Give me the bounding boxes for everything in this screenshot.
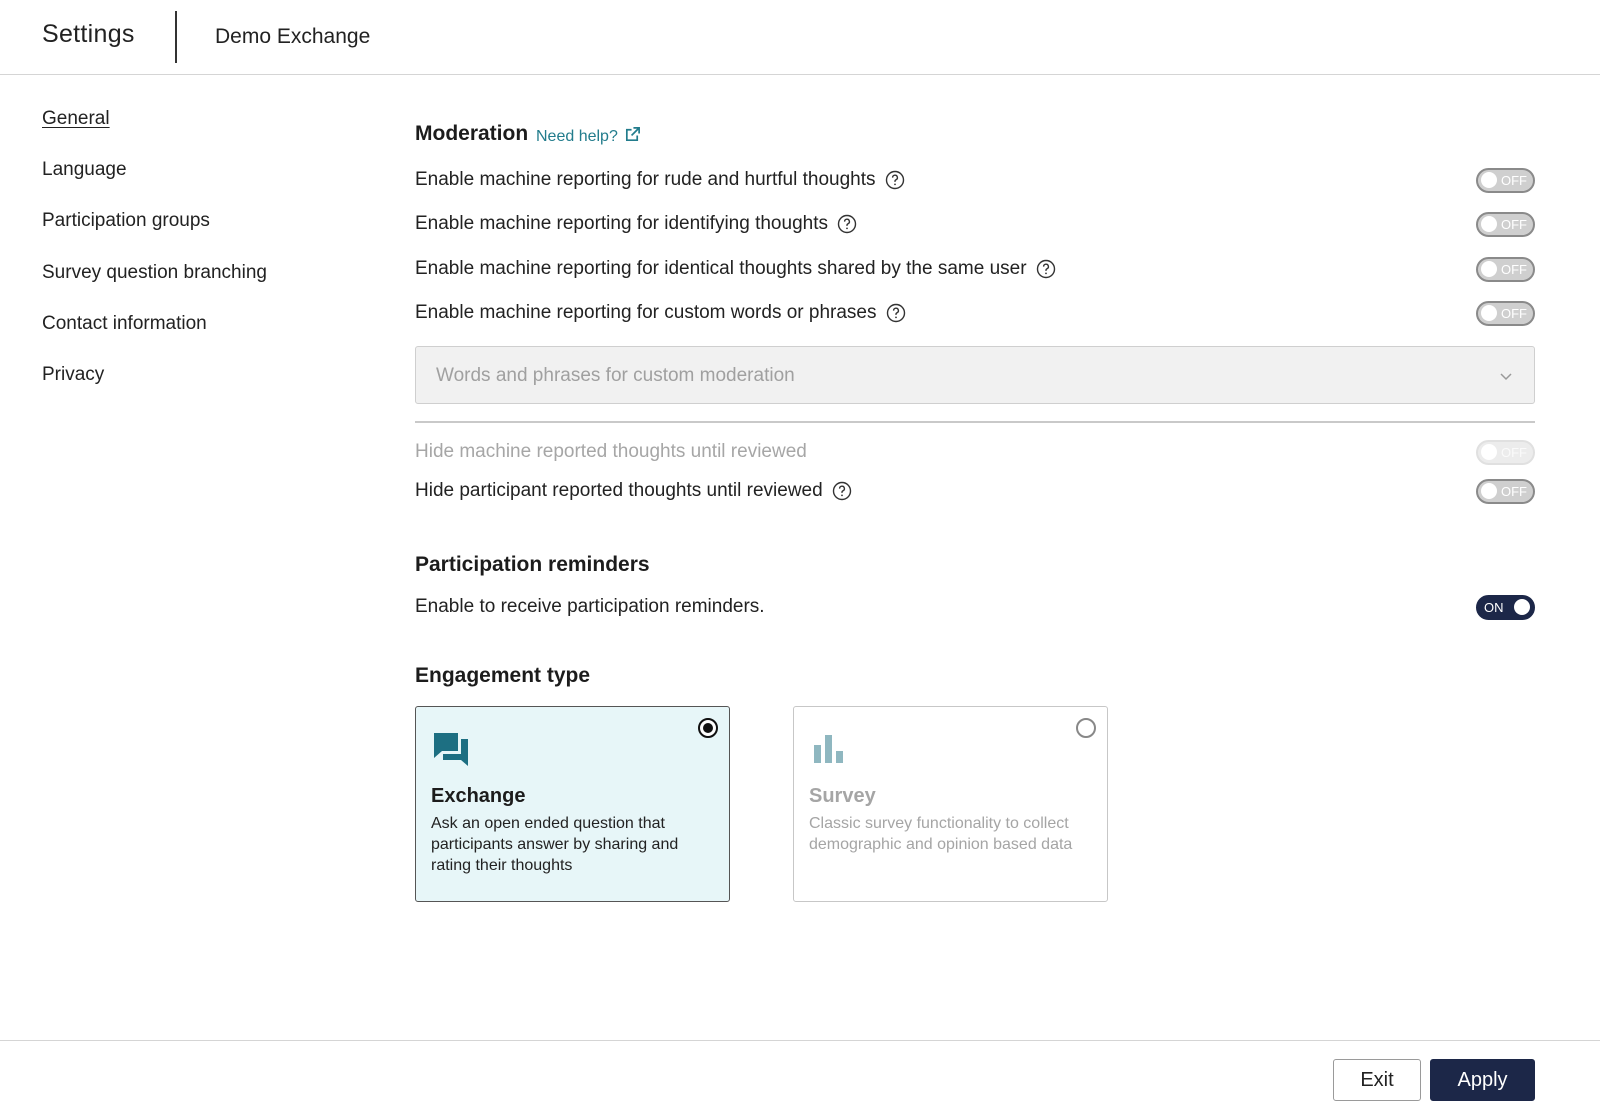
setting-rude-thoughts: Enable machine reporting for rude and hu… <box>415 165 1535 195</box>
help-question-icon[interactable] <box>886 303 906 323</box>
apply-button[interactable]: Apply <box>1430 1059 1535 1101</box>
chevron-down-icon <box>1498 368 1514 384</box>
help-question-icon[interactable] <box>832 481 852 501</box>
toggle-identical-thoughts[interactable]: OFF <box>1476 256 1535 282</box>
setting-label: Enable machine reporting for custom word… <box>415 302 877 323</box>
need-help-label: Need help? <box>536 128 618 145</box>
toggle-participation-reminders[interactable]: ON <box>1476 594 1535 620</box>
toggle-hide-participant-reported[interactable]: OFF <box>1476 478 1535 504</box>
setting-label: Hide machine reported thoughts until rev… <box>415 441 807 462</box>
engagement-type-heading: Engagement type <box>415 664 591 687</box>
header-divider <box>175 11 177 63</box>
setting-label: Enable machine reporting for identifying… <box>415 213 828 234</box>
exit-button[interactable]: Exit <box>1333 1059 1421 1101</box>
exchange-name: Demo Exchange <box>215 25 371 48</box>
sidebar-item-language[interactable]: Language <box>42 156 342 207</box>
help-question-icon[interactable] <box>1036 259 1056 279</box>
setting-hide-machine-reported: Hide machine reported thoughts until rev… <box>415 437 1535 467</box>
setting-label: Enable to receive participation reminder… <box>415 596 765 617</box>
chat-bubbles-icon <box>432 731 470 769</box>
radio-exchange[interactable] <box>698 718 718 738</box>
sidebar-item-survey-question-branching[interactable]: Survey question branching <box>42 259 342 310</box>
settings-content: Moderation Need help? Enable machine rep… <box>415 0 1535 1040</box>
setting-custom-words: Enable machine reporting for custom word… <box>415 298 1535 328</box>
toggle-knob <box>1514 599 1530 615</box>
toggle-hide-machine-reported: OFF <box>1476 439 1535 465</box>
toggle-state: OFF <box>1501 216 1527 232</box>
need-help-link[interactable]: Need help? <box>536 126 641 148</box>
help-question-icon[interactable] <box>837 214 857 234</box>
radio-survey[interactable] <box>1076 718 1096 738</box>
toggle-knob <box>1481 305 1497 321</box>
moderation-heading: Moderation <box>415 122 529 145</box>
setting-label: Enable machine reporting for identical t… <box>415 258 1027 279</box>
option-description: Classic survey functionality to collect … <box>809 815 1073 853</box>
toggle-knob <box>1481 172 1497 188</box>
toggle-state: OFF <box>1501 444 1527 460</box>
external-link-icon <box>624 126 641 148</box>
page-title: Settings <box>42 20 135 48</box>
engagement-option-survey[interactable]: Survey Classic survey functionality to c… <box>793 706 1108 902</box>
toggle-state: OFF <box>1501 483 1527 499</box>
setting-label: Enable machine reporting for rude and hu… <box>415 169 876 190</box>
setting-hide-participant-reported: Hide participant reported thoughts until… <box>415 476 1535 506</box>
custom-words-select[interactable]: Words and phrases for custom moderation <box>415 346 1535 404</box>
bar-chart-icon <box>810 731 848 769</box>
toggle-knob <box>1481 483 1497 499</box>
setting-identifying-thoughts: Enable machine reporting for identifying… <box>415 209 1535 239</box>
help-question-icon[interactable] <box>885 170 905 190</box>
toggle-knob <box>1481 216 1497 232</box>
toggle-state: ON <box>1484 599 1504 615</box>
toggle-knob <box>1481 261 1497 277</box>
toggle-state: OFF <box>1501 261 1527 277</box>
sidebar-item-contact-information[interactable]: Contact information <box>42 310 342 361</box>
toggle-state: OFF <box>1501 305 1527 321</box>
toggle-knob <box>1481 444 1497 460</box>
engagement-option-exchange[interactable]: Exchange Ask an open ended question that… <box>415 706 730 902</box>
custom-words-placeholder: Words and phrases for custom moderation <box>436 365 795 386</box>
sidebar-item-general[interactable]: General <box>42 105 342 156</box>
sidebar-item-privacy[interactable]: Privacy <box>42 361 342 412</box>
setting-label: Hide participant reported thoughts until… <box>415 480 823 501</box>
option-title: Survey <box>809 785 876 807</box>
setting-identical-thoughts: Enable machine reporting for identical t… <box>415 254 1535 284</box>
toggle-identifying-thoughts[interactable]: OFF <box>1476 211 1535 237</box>
option-description: Ask an open ended question that particip… <box>431 815 679 874</box>
toggle-rude-thoughts[interactable]: OFF <box>1476 167 1535 193</box>
sidebar-item-participation-groups[interactable]: Participation groups <box>42 207 342 258</box>
toggle-custom-words[interactable]: OFF <box>1476 300 1535 326</box>
toggle-state: OFF <box>1501 172 1527 188</box>
footer-bar: Exit Apply <box>0 1040 1600 1112</box>
setting-participation-reminders: Enable to receive participation reminder… <box>415 592 1535 622</box>
option-title: Exchange <box>431 785 526 807</box>
settings-sidebar: General Language Participation groups Su… <box>42 105 342 412</box>
participation-reminders-heading: Participation reminders <box>415 553 650 576</box>
section-divider <box>415 421 1535 423</box>
